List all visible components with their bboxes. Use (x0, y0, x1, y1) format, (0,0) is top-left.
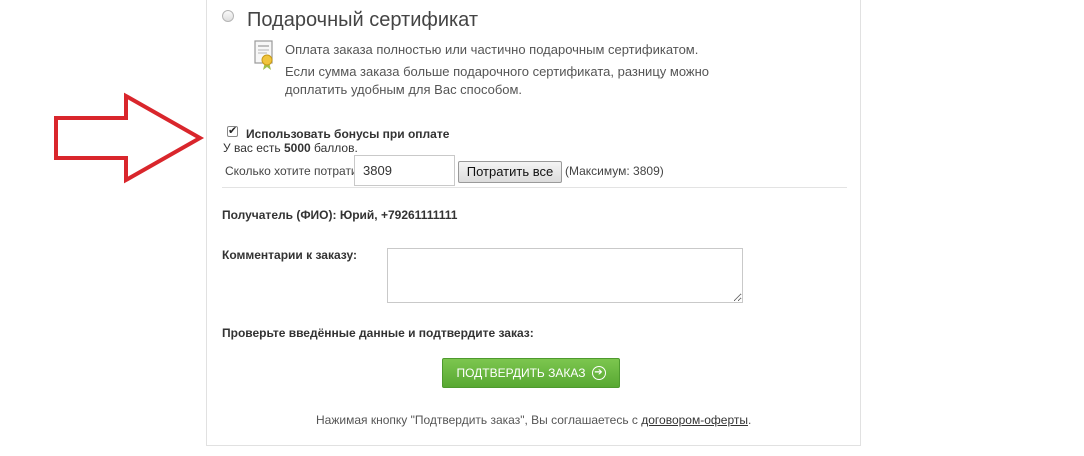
confirm-order-button[interactable]: ПОДТВЕРДИТЬ ЗАКАЗ ➔ (442, 358, 620, 388)
comment-textarea[interactable] (387, 248, 743, 303)
bonus-balance-suffix: баллов. (310, 141, 358, 155)
bonus-points: 5000 (283, 141, 311, 155)
section-divider (222, 187, 847, 188)
agreement-suffix: . (747, 413, 752, 427)
annotation-arrow-icon (54, 92, 205, 184)
confirm-order-label: ПОДТВЕРДИТЬ ЗАКАЗ (456, 366, 586, 380)
comment-label: Комментарии к заказу: (222, 248, 357, 262)
bonus-balance-prefix: У вас есть (223, 141, 284, 155)
use-bonus-checkbox[interactable]: ✔ (227, 126, 238, 137)
spend-all-button[interactable]: Потратить все (458, 161, 562, 183)
max-bonus-note: (Максимум: 3809) (565, 164, 664, 178)
gift-certificate-radio[interactable] (222, 10, 234, 22)
certificate-desc-line-2: Если сумма заказа больше подарочного сер… (285, 64, 710, 79)
confirm-hint: Проверьте введённые данные и подтвердите… (222, 326, 534, 340)
offer-agreement-link[interactable]: договором-оферты (641, 413, 748, 427)
use-bonus-label: Использовать бонусы при оплате (246, 127, 450, 141)
bonus-amount-input[interactable] (354, 155, 455, 186)
recipient-info: Получатель (ФИО): Юрий, +79261111111 (222, 208, 458, 222)
bonus-balance-text: У вас есть 5000 баллов. (223, 141, 358, 155)
certificate-icon (254, 40, 273, 70)
certificate-desc-line-3: доплатить удобным для Вас способом. (285, 82, 523, 97)
certificate-desc-line-1: Оплата заказа полностью или частично под… (285, 42, 699, 57)
gift-certificate-title: Подарочный сертификат (247, 9, 479, 31)
arrow-right-circle-icon: ➔ (591, 366, 606, 380)
agreement-prefix: Нажимая кнопку "Подтвердить заказ", Вы с… (316, 413, 642, 427)
agreement-text: Нажимая кнопку "Подтвердить заказ", Вы с… (316, 413, 751, 427)
